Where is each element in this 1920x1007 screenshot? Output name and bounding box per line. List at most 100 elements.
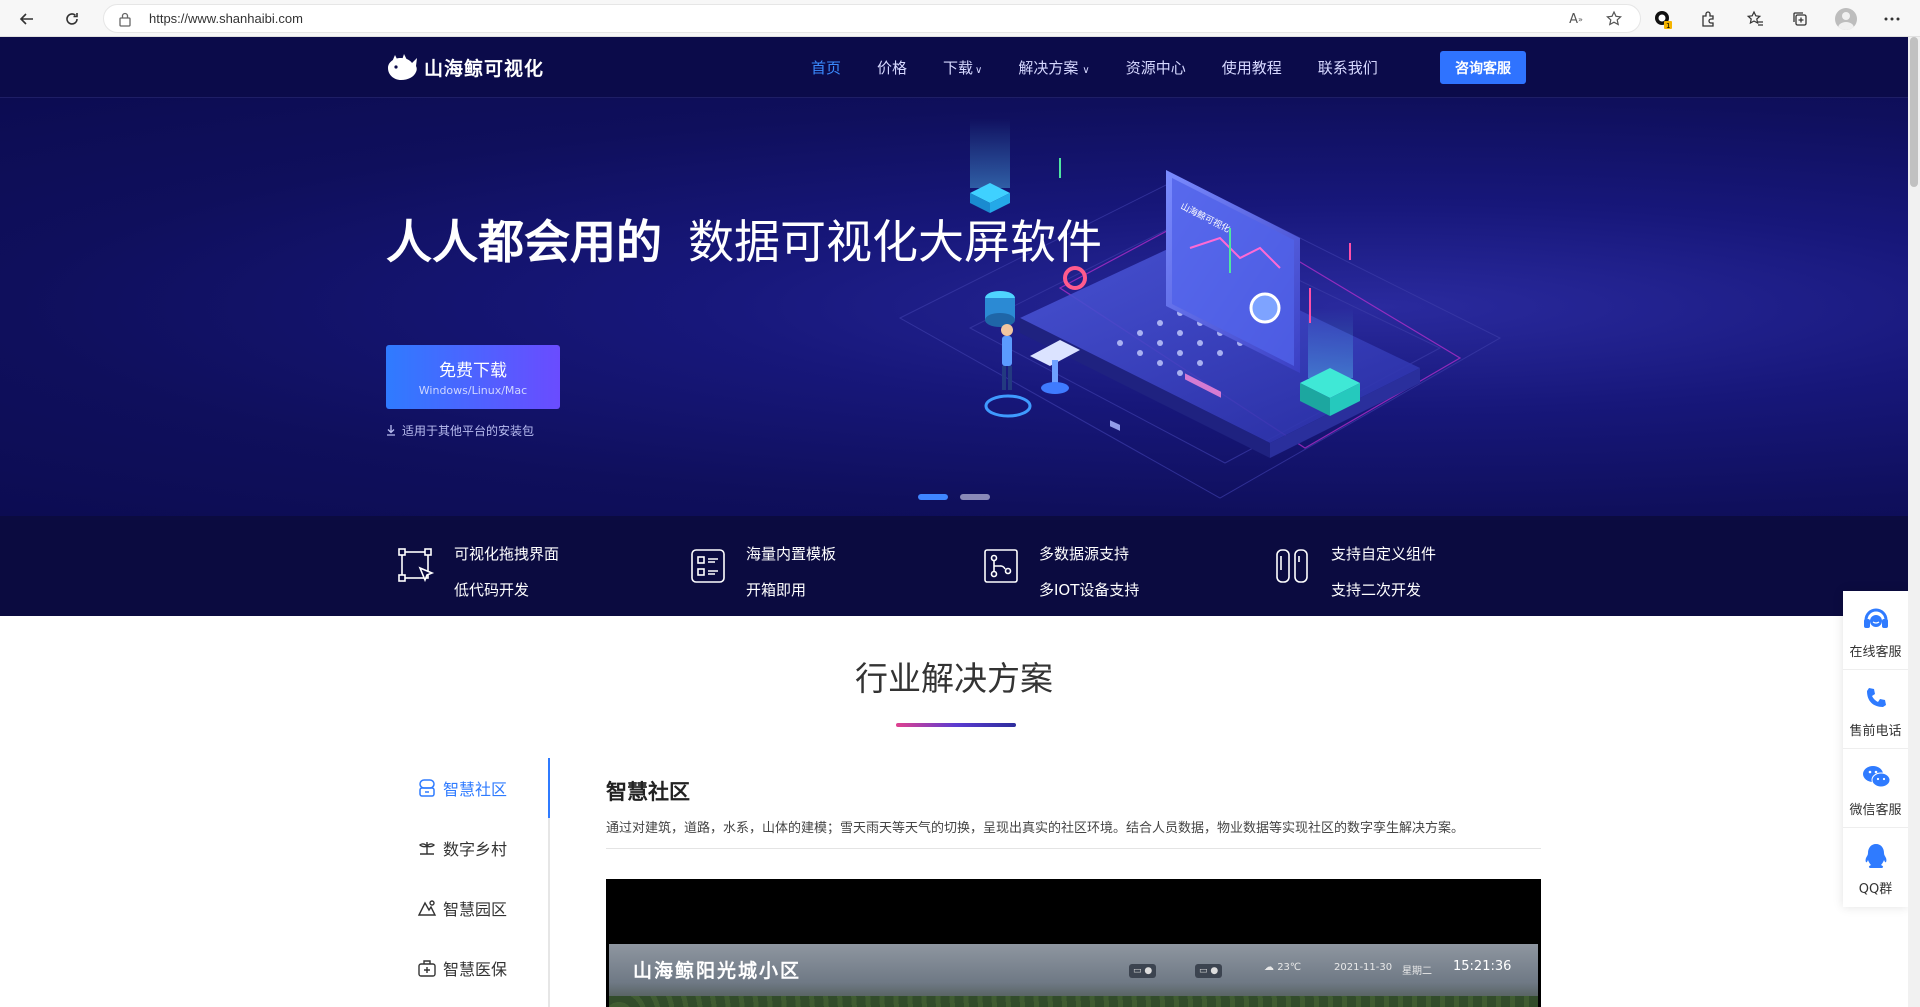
extensions-icon[interactable]: [1695, 6, 1721, 32]
wechat-icon: [1863, 766, 1891, 788]
wechat-service-label: 微信客服: [1849, 803, 1902, 818]
favorites-icon[interactable]: [1742, 6, 1768, 32]
feature-drag-line2: 低代码开发: [454, 581, 530, 599]
download-label: 免费下载: [439, 361, 507, 381]
whale-logo-icon: [388, 54, 417, 80]
qq-icon: [1865, 844, 1887, 868]
site-logo[interactable]: 山海鲸可视化: [386, 52, 544, 82]
wechat-service[interactable]: 微信客服: [1843, 749, 1908, 828]
tab-smart-medical-label: 智慧医保: [443, 960, 508, 979]
download-icon: [387, 425, 395, 436]
preview-trees: [609, 996, 1538, 1007]
custom-component-icon: [1276, 549, 1308, 583]
other-packages-link[interactable]: 适用于其他平台的安装包: [386, 422, 534, 439]
presale-phone-label: 售前电话: [1849, 724, 1902, 739]
address-bar[interactable]: https://www.shanhaibi.com A»: [103, 4, 1641, 33]
preview-toggle-2: ▭ ●: [1195, 964, 1223, 978]
scrollbar-thumb[interactable]: [1910, 37, 1918, 187]
qq-group[interactable]: QQ群: [1843, 828, 1908, 907]
page-scrollbar[interactable]: [1908, 37, 1920, 1007]
tab-smart-park[interactable]: 智慧园区: [417, 896, 507, 920]
download-platforms: Windows/Linux/Mac: [418, 384, 528, 397]
active-tab-indicator: [548, 758, 550, 818]
other-packages-text: 适用于其他平台的安装包: [402, 424, 535, 438]
nav-resources[interactable]: 资源中心: [1126, 57, 1186, 78]
feature-drag-line1: 可视化拖拽界面: [454, 545, 560, 563]
consult-button[interactable]: 咨询客服: [1440, 51, 1526, 84]
carousel-dots: [918, 494, 990, 500]
url-text[interactable]: https://www.shanhaibi.com: [149, 11, 303, 26]
carousel-dot-1[interactable]: [918, 494, 948, 500]
tab-digital-village-label: 数字乡村: [443, 840, 508, 859]
feature-custom: 支持自定义组件 支持二次开发: [1273, 536, 1436, 608]
carousel-dot-2[interactable]: [960, 494, 990, 500]
preview-clock: 15:21:36: [1453, 959, 1512, 974]
village-icon: [419, 842, 435, 855]
read-aloud-icon[interactable]: A»: [1566, 10, 1586, 28]
phone-icon: [1867, 688, 1886, 707]
tab-smart-medical[interactable]: 智慧医保: [417, 956, 507, 980]
profile-avatar[interactable]: [1833, 6, 1859, 32]
preview-temperature-value: 23℃: [1277, 962, 1302, 973]
preview-title: 山海鲸阳光城小区: [633, 960, 802, 982]
preview-temperature: ☁ 23℃: [1264, 962, 1301, 973]
refresh-icon[interactable]: [60, 7, 84, 31]
hero-illustration: 山海鲸可视化: [898, 118, 1502, 499]
headset-icon: [1864, 608, 1888, 628]
online-service[interactable]: 在线客服: [1843, 591, 1908, 670]
medical-icon: [418, 960, 436, 977]
nav-tutorials[interactable]: 使用教程: [1222, 57, 1282, 78]
solution-title: 智慧社区: [606, 780, 690, 804]
service-float-bar: 在线客服 售前电话 微信客服 QQ群: [1843, 591, 1908, 907]
feature-custom-line1: 支持自定义组件: [1331, 545, 1437, 563]
preview-toggle-1: ▭ ●: [1129, 964, 1157, 978]
chevron-down-icon: ∨: [975, 65, 983, 76]
cloud-icon: ☁: [1264, 962, 1274, 973]
chevron-down-icon: ∨: [1082, 65, 1090, 76]
hero-title: 人人都会用的 数据可视化大屏软件: [386, 206, 1102, 272]
hero-banner: 山海鲸可视化 人人都会用的 数据可视化大屏软件 免费下载 Windows/Lin…: [0, 98, 1908, 516]
favorite-add-icon[interactable]: [1604, 10, 1624, 28]
feature-template-line2: 开箱即用: [746, 581, 807, 599]
park-icon: [417, 900, 437, 916]
nav-solutions[interactable]: 解决方案 ∨: [1018, 57, 1089, 78]
free-download-button[interactable]: 免费下载 Windows/Linux/Mac: [386, 345, 560, 409]
feature-datasource-line1: 多数据源支持: [1039, 545, 1130, 563]
hero-title-light: 数据可视化大屏软件: [688, 215, 1102, 269]
nav-download[interactable]: 下载 ∨: [943, 57, 982, 78]
solution-preview[interactable]: 山海鲸阳光城小区 ▭ ● ▭ ● ☁ 23℃ 2021-11-30 星期二 15…: [606, 879, 1541, 1007]
divider: [606, 848, 1541, 849]
nav-solutions-label: 解决方案: [1018, 59, 1079, 77]
more-menu-icon[interactable]: [1879, 6, 1905, 32]
preview-weekday: 星期二: [1402, 966, 1432, 977]
nav-price[interactable]: 价格: [877, 57, 907, 78]
tab-digital-village[interactable]: 数字乡村: [417, 836, 507, 860]
extension-badge-icon[interactable]: 1: [1650, 6, 1676, 32]
logo-text: 山海鲸可视化: [424, 57, 545, 80]
preview-date: 2021-11-30: [1334, 962, 1393, 973]
site-header: 山海鲸可视化 首页 价格 下载 ∨ 解决方案 ∨ 资源中心 使用教程 联系我们 咨询…: [0, 37, 1908, 98]
browser-toolbar: https://www.shanhaibi.com A» 1: [0, 0, 1920, 37]
feature-strip: 可视化拖拽界面 低代码开发 海量内置模板 开箱即用 多数据源支持 多IOT设备支持 支…: [0, 516, 1908, 616]
tab-smart-community[interactable]: 智慧社区: [417, 776, 507, 800]
section-title: 行业解决方案: [855, 659, 1053, 698]
nav-home[interactable]: 首页: [811, 57, 841, 78]
collections-icon[interactable]: [1787, 6, 1813, 32]
online-service-label: 在线客服: [1849, 645, 1902, 660]
tab-smart-community-label: 智慧社区: [443, 780, 508, 799]
lock-icon[interactable]: [118, 11, 132, 31]
preview-dashboard: 山海鲸阳光城小区 ▭ ● ▭ ● ☁ 23℃ 2021-11-30 星期二 15…: [609, 944, 1538, 1007]
feature-template: 海量内置模板 开箱即用: [688, 536, 836, 608]
feature-datasource-line2: 多IOT设备支持: [1039, 581, 1140, 599]
back-icon[interactable]: [15, 7, 39, 31]
tab-smart-park-label: 智慧园区: [443, 900, 508, 919]
data-source-icon: [984, 549, 1018, 583]
community-icon: [419, 779, 435, 797]
title-underline: [896, 723, 1016, 727]
nav-contact[interactable]: 联系我们: [1318, 57, 1378, 78]
hero-title-bold: 人人都会用的: [386, 215, 662, 269]
solution-tabs: 智慧社区 数字乡村 智慧园区 智慧医保: [405, 758, 550, 1007]
qq-group-label: QQ群: [1858, 882, 1893, 897]
template-list-icon: [691, 549, 725, 583]
presale-phone[interactable]: 售前电话: [1843, 670, 1908, 749]
